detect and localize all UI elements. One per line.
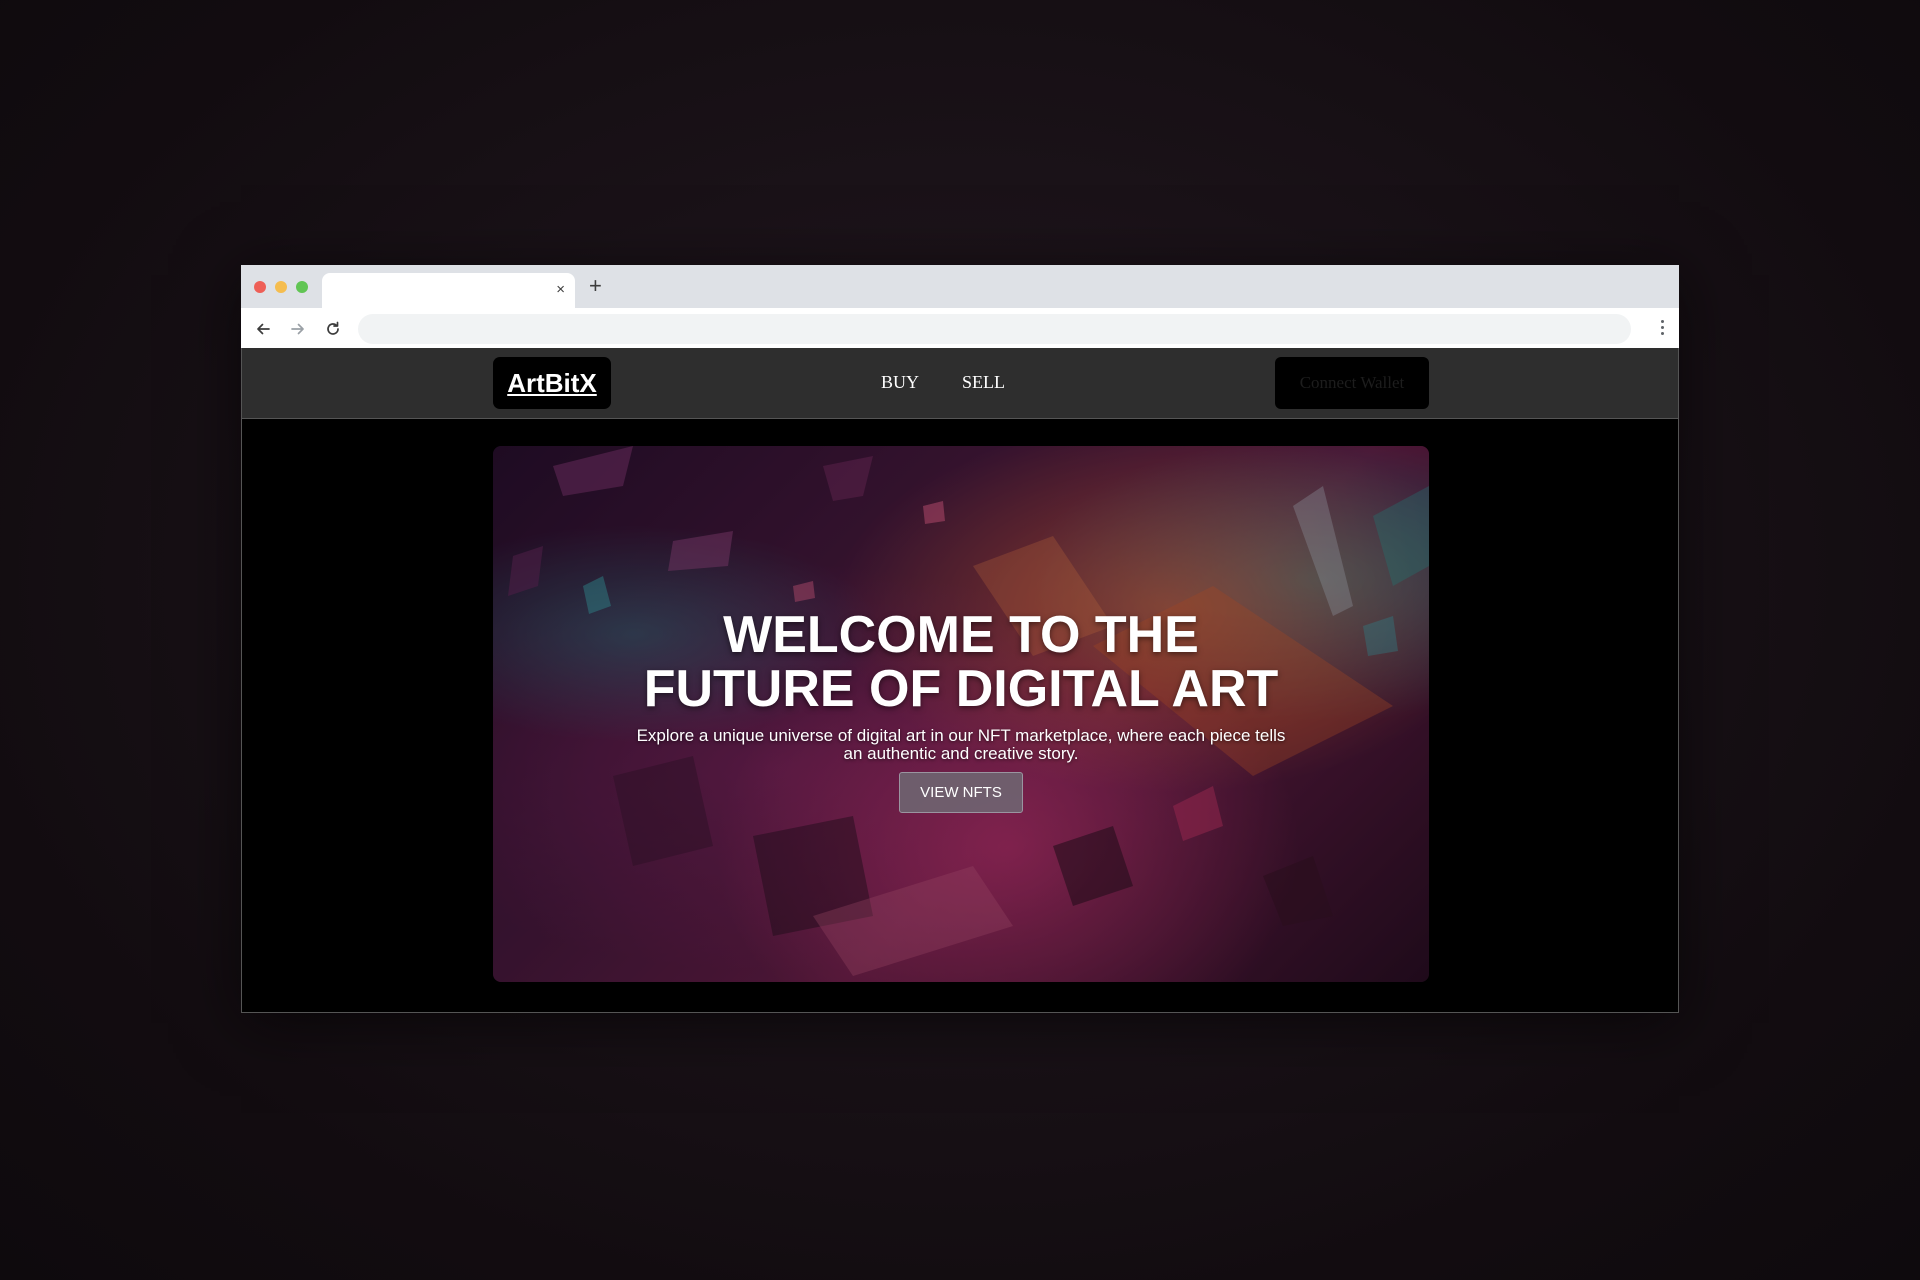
hero-title-line-2: FUTURE OF DIGITAL ART (643, 660, 1279, 718)
arrow-left-icon[interactable] (254, 320, 272, 338)
view-nfts-button[interactable]: VIEW NFTS (899, 772, 1023, 813)
nav-link-sell[interactable]: SELL (962, 372, 1005, 393)
maximize-window-button[interactable] (296, 281, 308, 293)
hero-banner: WELCOME TO THE FUTURE OF DIGITAL ART Exp… (493, 446, 1429, 982)
address-bar[interactable] (358, 314, 1631, 344)
page-viewport: ArtBitX BUY SELL Connect Wallet WELCOME … (241, 348, 1679, 1013)
reload-icon[interactable] (324, 320, 342, 338)
connect-wallet-button[interactable]: Connect Wallet (1275, 357, 1429, 409)
site-logo[interactable]: ArtBitX (493, 357, 611, 409)
arrow-right-icon[interactable] (289, 320, 307, 338)
browser-tab[interactable]: × (322, 273, 575, 308)
kebab-menu-icon[interactable] (1659, 320, 1665, 338)
nav-link-buy[interactable]: BUY (881, 372, 919, 393)
hero-title: WELCOME TO THE FUTURE OF DIGITAL ART (493, 608, 1429, 716)
hero-title-line-1: WELCOME TO THE (723, 606, 1199, 664)
close-tab-icon[interactable]: × (556, 282, 565, 298)
hero-subtitle: Explore a unique universe of digital art… (636, 726, 1286, 763)
minimize-window-button[interactable] (275, 281, 287, 293)
site-navbar: ArtBitX BUY SELL Connect Wallet (242, 348, 1678, 419)
tab-bar: × + (241, 265, 1679, 308)
new-tab-icon[interactable]: + (589, 275, 602, 297)
browser-toolbar (241, 308, 1679, 348)
browser-window: × + ArtBitX BUY SELL Connect Wallet WELC… (241, 265, 1679, 1013)
close-window-button[interactable] (254, 281, 266, 293)
